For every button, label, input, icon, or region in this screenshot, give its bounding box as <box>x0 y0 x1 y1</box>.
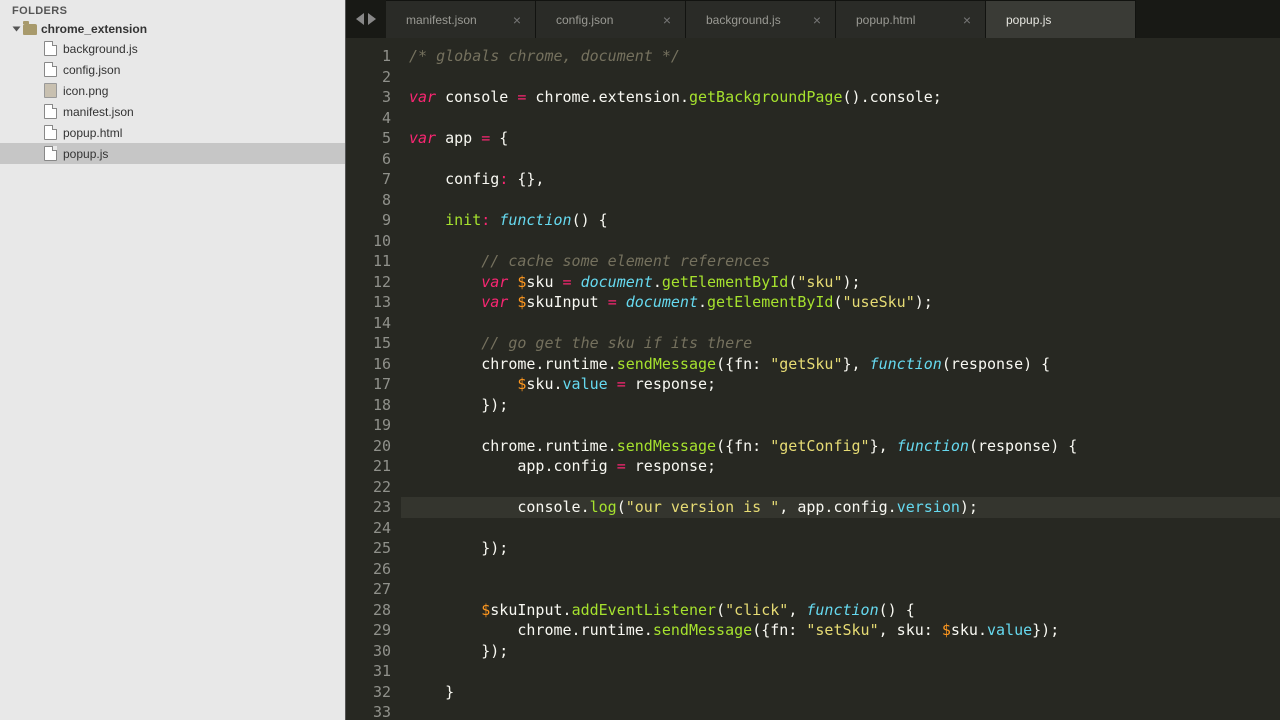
tab-label: popup.js <box>1006 13 1051 27</box>
file-row[interactable]: config.json <box>0 59 345 80</box>
folder-icon <box>23 24 37 35</box>
file-icon <box>44 125 57 140</box>
folder-label: chrome_extension <box>41 22 147 36</box>
file-label: background.js <box>63 42 138 56</box>
tab-label: background.js <box>706 13 781 27</box>
tab-label: popup.html <box>856 13 915 27</box>
file-icon <box>44 104 57 119</box>
nav-back-icon[interactable] <box>356 13 364 25</box>
close-icon[interactable]: × <box>663 12 671 28</box>
close-icon[interactable]: × <box>963 12 971 28</box>
line-gutter: 1234567891011121314151617181920212223242… <box>346 38 401 720</box>
tab-label: manifest.json <box>406 13 477 27</box>
code-content[interactable]: /* globals chrome, document */var consol… <box>401 38 1077 720</box>
tab-bar: manifest.json × config.json × background.js ×… <box>346 0 1280 38</box>
tab[interactable]: popup.html × <box>836 0 986 38</box>
file-icon <box>44 62 57 77</box>
file-icon <box>44 41 57 56</box>
tab[interactable]: manifest.json × <box>386 0 536 38</box>
file-row[interactable]: icon.png <box>0 80 345 101</box>
image-file-icon <box>44 83 57 98</box>
tab[interactable]: config.json × <box>536 0 686 38</box>
nav-forward-icon[interactable] <box>368 13 376 25</box>
file-row[interactable]: popup.js <box>0 143 345 164</box>
sidebar-header: FOLDERS <box>0 0 345 20</box>
disclosure-triangle-icon[interactable] <box>13 27 21 32</box>
file-label: icon.png <box>63 84 108 98</box>
file-icon <box>44 146 57 161</box>
file-row[interactable]: popup.html <box>0 122 345 143</box>
file-row[interactable]: background.js <box>0 38 345 59</box>
file-label: config.json <box>63 63 120 77</box>
file-label: popup.html <box>63 126 122 140</box>
close-icon[interactable]: × <box>513 12 521 28</box>
close-icon[interactable]: × <box>813 12 821 28</box>
folder-row[interactable]: chrome_extension <box>0 20 345 38</box>
code-area[interactable]: 1234567891011121314151617181920212223242… <box>346 38 1280 720</box>
tab[interactable]: background.js × <box>686 0 836 38</box>
file-label: manifest.json <box>63 105 134 119</box>
sidebar: FOLDERS chrome_extension background.js co… <box>0 0 346 720</box>
tab-label: config.json <box>556 13 613 27</box>
file-label: popup.js <box>63 147 108 161</box>
editor: manifest.json × config.json × background.js ×… <box>346 0 1280 720</box>
tab[interactable]: popup.js <box>986 0 1136 38</box>
file-row[interactable]: manifest.json <box>0 101 345 122</box>
